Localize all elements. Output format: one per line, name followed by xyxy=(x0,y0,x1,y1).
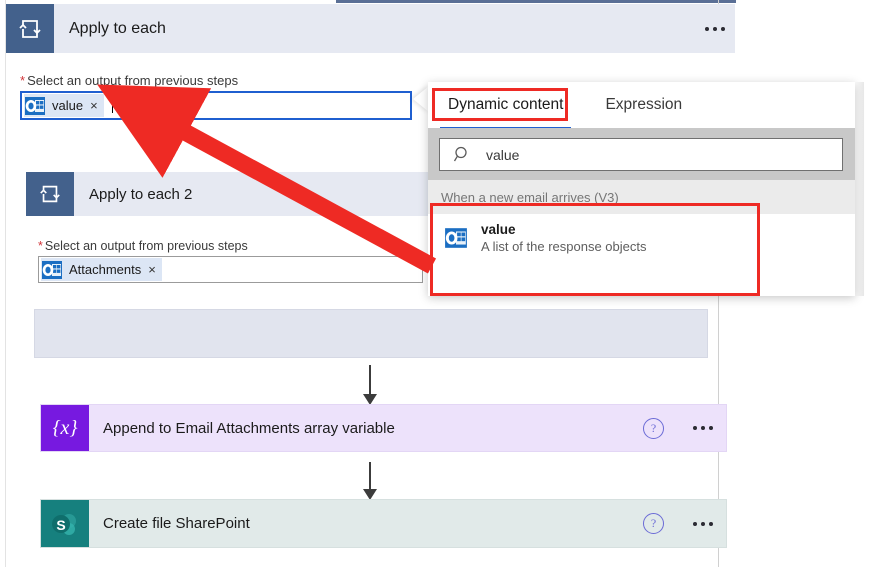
connector-arrow xyxy=(359,462,381,500)
dynamic-content-item-value[interactable]: value A list of the response objects xyxy=(428,214,855,262)
flow-designer-canvas: Apply to each * Select an output from pre… xyxy=(0,0,870,567)
apply-to-each-menu-button[interactable] xyxy=(695,4,735,53)
select-output-input-1[interactable]: value × xyxy=(20,91,412,120)
tab-dynamic-content-label: Dynamic content xyxy=(448,96,564,113)
dynamic-content-item-subtitle: A list of the response objects xyxy=(481,239,647,254)
flyout-pointer-caret xyxy=(413,86,429,112)
top-accent-bar xyxy=(336,0,736,3)
select-output-label-text-1: Select an output from previous steps xyxy=(27,73,239,88)
text-cursor xyxy=(111,98,113,113)
empty-step-placeholder xyxy=(34,309,708,358)
token-attachments[interactable]: Attachments × xyxy=(41,258,162,281)
close-icon[interactable]: × xyxy=(148,263,156,276)
outlook-icon xyxy=(444,226,468,250)
dynamic-content-flyout: Dynamic content Expression value When a … xyxy=(428,82,855,296)
dynamic-content-item-title: value xyxy=(481,222,516,237)
search-input[interactable]: value xyxy=(439,138,843,171)
loop-icon xyxy=(6,4,54,53)
search-input-value: value xyxy=(486,146,520,163)
sharepoint-icon: S xyxy=(41,500,89,547)
variable-icon: {x} xyxy=(41,405,89,451)
token-value[interactable]: value × xyxy=(24,94,104,117)
required-marker-1: * xyxy=(20,73,26,88)
required-marker-2: * xyxy=(38,239,43,253)
select-output-label-2: * Select an output from previous steps xyxy=(38,239,248,253)
token-attachments-label: Attachments xyxy=(69,262,142,277)
apply-to-each-card-header[interactable]: Apply to each xyxy=(6,4,735,53)
dynamic-content-group-label: When a new email arrives (V3) xyxy=(441,189,619,205)
action-title-append-variable: Append to Email Attachments array variab… xyxy=(103,419,395,437)
dynamic-content-group-header: When a new email arrives (V3) xyxy=(428,180,855,214)
select-output-input-2[interactable]: Attachments × xyxy=(38,256,423,283)
search-zone: value xyxy=(428,128,855,180)
action-card-append-variable[interactable]: {x} Append to Email Attachments array va… xyxy=(40,404,727,452)
flyout-right-edge xyxy=(855,82,864,296)
token-value-label: value xyxy=(52,98,84,113)
tab-dynamic-content[interactable]: Dynamic content xyxy=(440,91,572,130)
action-menu-button[interactable] xyxy=(680,426,726,430)
action-card-create-file-sharepoint[interactable]: S Create file SharePoint ? xyxy=(40,499,727,548)
variable-icon-glyph: {x} xyxy=(52,416,78,439)
select-output-label-1: * Select an output from previous steps xyxy=(20,73,238,88)
apply-to-each-title: Apply to each xyxy=(69,19,166,37)
action-menu-button[interactable] xyxy=(680,521,726,526)
tab-expression-label: Expression xyxy=(605,96,683,113)
flyout-tabs: Dynamic content Expression xyxy=(428,82,855,130)
close-icon[interactable]: × xyxy=(90,99,98,112)
help-icon[interactable]: ? xyxy=(643,417,664,439)
tab-expression[interactable]: Expression xyxy=(605,96,682,114)
svg-text:S: S xyxy=(56,517,65,533)
select-output-label-text-2: Select an output from previous steps xyxy=(44,239,248,253)
outlook-icon xyxy=(41,259,63,281)
search-icon xyxy=(453,145,472,164)
action-title-create-file: Create file SharePoint xyxy=(103,515,250,532)
connector-arrow xyxy=(359,365,381,405)
loop-icon xyxy=(26,172,74,216)
outlook-icon xyxy=(24,95,46,117)
help-icon[interactable]: ? xyxy=(643,513,664,534)
